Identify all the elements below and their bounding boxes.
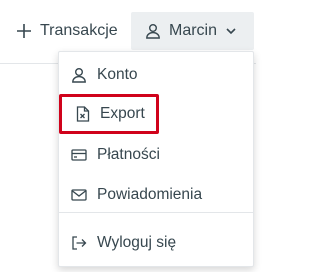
user-dropdown-menu: Konto Export Płatności Powiadomienia Wyl… xyxy=(58,51,254,267)
menu-item-label: Export xyxy=(100,105,145,122)
menu-divider xyxy=(59,212,253,213)
menu-item-label: Płatności xyxy=(97,146,160,163)
menu-item-powiadomienia[interactable]: Powiadomienia xyxy=(59,177,253,213)
plus-icon xyxy=(16,23,32,39)
user-menu-button[interactable]: Marcin xyxy=(131,12,254,50)
credit-card-icon xyxy=(71,148,87,162)
menu-item-export[interactable]: Export xyxy=(59,94,159,134)
menu-item-label: Konto xyxy=(97,66,138,83)
user-icon xyxy=(71,67,87,83)
logout-icon xyxy=(71,235,87,251)
add-transaction-button[interactable]: Transakcje xyxy=(10,12,130,50)
menu-item-label: Powiadomienia xyxy=(97,186,203,203)
envelope-icon xyxy=(71,188,87,202)
menu-item-konto[interactable]: Konto xyxy=(59,57,253,93)
excel-file-icon xyxy=(76,106,90,122)
menu-item-wyloguj[interactable]: Wyloguj się xyxy=(59,225,253,261)
user-icon xyxy=(145,23,161,39)
menu-item-label: Wyloguj się xyxy=(97,234,177,251)
user-name: Marcin xyxy=(169,22,218,39)
chevron-down-icon xyxy=(225,25,237,37)
add-transaction-label: Transakcje xyxy=(40,22,118,39)
menu-item-platnosci[interactable]: Płatności xyxy=(59,137,253,173)
